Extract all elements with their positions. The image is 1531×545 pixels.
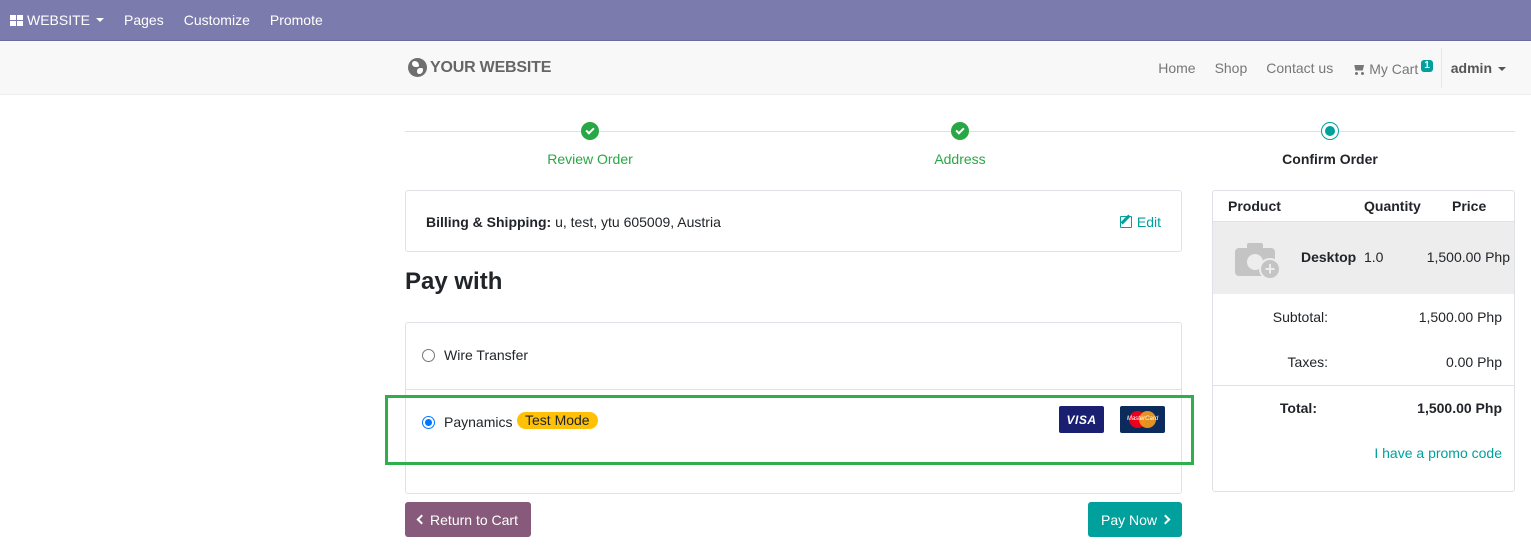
subtotal-label: Subtotal: [1272, 309, 1328, 325]
camera-placeholder-icon: + [1235, 240, 1281, 280]
header-product: Product [1228, 198, 1281, 214]
wire-transfer-radio[interactable] [422, 349, 435, 362]
step-review-order[interactable]: Review Order [405, 122, 775, 167]
billing-shipping-card: Billing & Shipping: u, test, ytu 605009,… [405, 190, 1182, 252]
order-summary: Product Quantity Price + Desktop 1.0 1,5… [1212, 190, 1515, 492]
edit-icon [1119, 216, 1132, 228]
site-navbar: YOUR WEBSITE Home Shop Contact us My Car… [0, 41, 1531, 95]
chevron-right-icon [1160, 514, 1171, 525]
current-step-dot-icon [1321, 122, 1339, 140]
return-to-cart-label: Return to Cart [430, 511, 518, 528]
taxes-label: Taxes: [1287, 354, 1328, 370]
nav-contact-us[interactable]: Contact us [1266, 60, 1333, 76]
step-label: Address [934, 151, 986, 167]
check-circle-icon [581, 122, 599, 140]
nav-divider [1440, 48, 1442, 88]
admin-bar: WEBSITE Pages Customize Promote [0, 0, 1531, 41]
edit-address-link[interactable]: Edit [1119, 214, 1161, 230]
website-menu[interactable]: WEBSITE [0, 0, 114, 41]
user-menu[interactable]: admin [1451, 60, 1506, 76]
promo-code-link[interactable]: I have a promo code [1374, 445, 1502, 461]
website-menu-label: WEBSITE [27, 12, 91, 28]
globe-icon [408, 58, 427, 77]
header-price: Price [1452, 198, 1487, 214]
total-label: Total: [1279, 400, 1317, 416]
billing-shipping-text: Billing & Shipping: u, test, ytu 605009,… [426, 214, 721, 230]
step-address[interactable]: Address [775, 122, 1145, 167]
billing-shipping-label: Billing & Shipping: [426, 214, 552, 230]
summary-divider [1213, 385, 1514, 386]
user-menu-label: admin [1450, 60, 1492, 76]
pages-menu[interactable]: Pages [114, 0, 174, 41]
product-name: Desktop [1301, 249, 1357, 265]
logo-text: YOUR WEBSITE [430, 58, 552, 76]
return-to-cart-button[interactable]: Return to Cart [405, 502, 531, 537]
pay-with-title: Pay with [405, 268, 503, 295]
product-quantity: 1.0 [1364, 249, 1384, 265]
payment-option-wire-transfer[interactable]: Wire Transfer [406, 323, 1181, 390]
nav-my-cart[interactable]: My Cart 1 [1352, 59, 1433, 77]
nav-home[interactable]: Home [1158, 60, 1195, 76]
nav-links: Home Shop Contact us My Cart 1 admin [1139, 41, 1531, 95]
apps-grid-icon [10, 14, 23, 26]
pay-now-label: Pay Now [1100, 511, 1158, 528]
caret-down-icon [1498, 67, 1506, 72]
site-logo[interactable]: YOUR WEBSITE [408, 58, 551, 77]
billing-shipping-value: u, test, ytu 605009, Austria [555, 214, 721, 230]
cart-count-badge: 1 [1421, 59, 1433, 72]
nav-shop[interactable]: Shop [1215, 60, 1248, 76]
caret-down-icon [96, 18, 105, 22]
product-price: 1,500.00 Php [1426, 249, 1510, 265]
step-confirm-order: Confirm Order [1145, 122, 1515, 167]
total-value: 1,500.00 Php [1417, 400, 1502, 416]
header-quantity: Quantity [1364, 198, 1421, 214]
customize-menu[interactable]: Customize [174, 0, 260, 41]
step-label: Confirm Order [1282, 151, 1378, 167]
cart-label: My Cart [1369, 60, 1419, 77]
promote-menu[interactable]: Promote [260, 0, 333, 41]
taxes-value: 0.00 Php [1445, 354, 1502, 370]
check-circle-icon [951, 122, 969, 140]
step-label: Review Order [547, 151, 633, 167]
subtotal-value: 1,500.00 Php [1418, 309, 1502, 325]
summary-product-row: + Desktop 1.0 1,500.00 Php [1213, 222, 1514, 294]
pay-now-button[interactable]: Pay Now [1088, 502, 1182, 537]
highlight-box [385, 395, 1194, 465]
shopping-cart-icon [1352, 64, 1365, 75]
wire-transfer-label[interactable]: Wire Transfer [444, 347, 528, 363]
edit-label: Edit [1136, 214, 1161, 230]
chevron-left-icon [416, 514, 427, 525]
